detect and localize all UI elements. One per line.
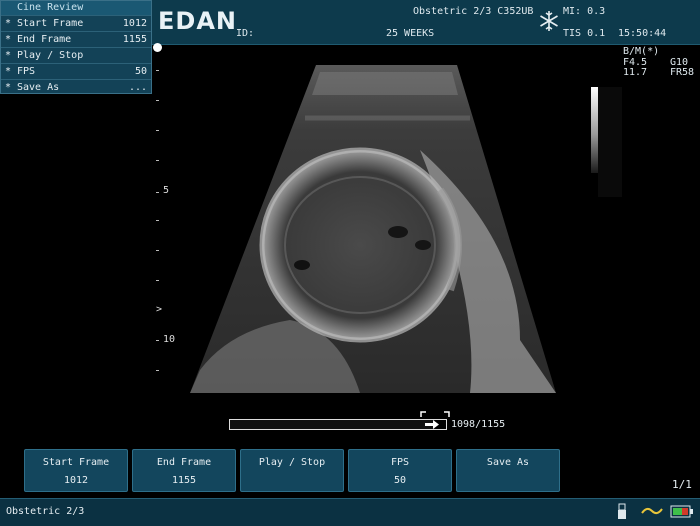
menu-item-value: 50 bbox=[134, 66, 147, 77]
menu-item-end-frame[interactable]: * End Frame 1155 bbox=[1, 31, 151, 46]
depth-tick bbox=[156, 250, 159, 251]
grayscale-bar-background bbox=[598, 87, 622, 197]
start-frame-button[interactable]: Start Frame 1012 bbox=[24, 449, 128, 492]
depth-tick bbox=[156, 340, 159, 341]
grayscale-bar bbox=[591, 87, 598, 173]
depth-label-5: 5 bbox=[163, 185, 170, 196]
battery-icon bbox=[670, 505, 693, 518]
cine-review-menu: Cine Review * Start Frame 1012 * End Fra… bbox=[0, 0, 152, 94]
patient-id-label: ID: bbox=[236, 28, 255, 39]
depth-tick bbox=[156, 220, 159, 221]
gestational-age: 25 WEEKS bbox=[386, 28, 435, 39]
usb-icon bbox=[618, 503, 626, 519]
depth-tick bbox=[156, 370, 159, 371]
button-label: End Frame bbox=[156, 457, 212, 468]
snowflake-icon bbox=[539, 10, 559, 36]
menu-title: Cine Review bbox=[1, 1, 151, 15]
depth-tick bbox=[156, 160, 159, 161]
button-value: 50 bbox=[393, 475, 407, 486]
end-frame-button[interactable]: End Frame 1155 bbox=[132, 449, 236, 492]
orientation-marker bbox=[153, 43, 162, 52]
button-label: Start Frame bbox=[42, 457, 110, 468]
menu-item-value: 1012 bbox=[122, 18, 147, 29]
imaging-mode: B/M(*) bbox=[623, 46, 660, 57]
mi-index: MI: 0.3 bbox=[563, 6, 606, 17]
cine-progress-bar[interactable] bbox=[229, 419, 447, 430]
depth-tick bbox=[156, 280, 159, 281]
menu-item-label: FPS bbox=[17, 66, 36, 77]
status-bar bbox=[0, 498, 700, 526]
menu-item-label: Start Frame bbox=[17, 18, 84, 29]
menu-item-label: End Frame bbox=[17, 34, 72, 45]
frame-rate: FR58 bbox=[670, 67, 695, 78]
depth-tick bbox=[156, 130, 159, 131]
page-indicator[interactable]: 1/1 bbox=[672, 478, 692, 491]
exam-probe: Obstetric 2/3 C352UB bbox=[413, 6, 534, 17]
menu-item-save-as[interactable]: * Save As ... bbox=[1, 79, 151, 94]
brand-logo: EDAN bbox=[158, 7, 237, 35]
depth-tick bbox=[156, 100, 159, 101]
play-arrow-icon bbox=[425, 420, 439, 429]
depth-tick bbox=[156, 70, 159, 71]
menu-item-fps[interactable]: * FPS 50 bbox=[1, 63, 151, 78]
cine-progress-fill bbox=[230, 420, 436, 429]
save-as-button[interactable]: Save As bbox=[456, 449, 560, 492]
button-label: Save As bbox=[486, 457, 530, 468]
ultrasound-image bbox=[190, 65, 556, 393]
cine-frame-counter: 1098/1155 bbox=[451, 419, 506, 430]
exam-type: Obstetric 2/3 bbox=[6, 506, 85, 517]
menu-item-play-stop[interactable]: * Play / Stop bbox=[1, 47, 151, 62]
depth-label-10: 10 bbox=[163, 334, 176, 345]
menu-item-value: 1155 bbox=[122, 34, 147, 45]
play-stop-button[interactable]: Play / Stop bbox=[240, 449, 344, 492]
menu-item-start-frame[interactable]: * Start Frame 1012 bbox=[1, 15, 151, 30]
button-value: 1155 bbox=[171, 475, 197, 486]
depth-value: 11.7 bbox=[623, 67, 648, 78]
tis-index: TIS 0.1 bbox=[563, 28, 606, 39]
menu-item-value: ... bbox=[128, 82, 147, 93]
button-value: 1012 bbox=[63, 475, 89, 486]
focus-marker[interactable]: > bbox=[156, 304, 162, 315]
wave-icon bbox=[641, 507, 663, 515]
fps-button[interactable]: FPS 50 bbox=[348, 449, 452, 492]
menu-item-label: Save As bbox=[17, 82, 60, 93]
button-label: FPS bbox=[390, 457, 410, 468]
depth-tick bbox=[156, 192, 159, 193]
clock: 15:50:44 bbox=[618, 28, 667, 39]
menu-item-label: Play / Stop bbox=[17, 50, 84, 61]
button-label: Play / Stop bbox=[258, 457, 326, 468]
